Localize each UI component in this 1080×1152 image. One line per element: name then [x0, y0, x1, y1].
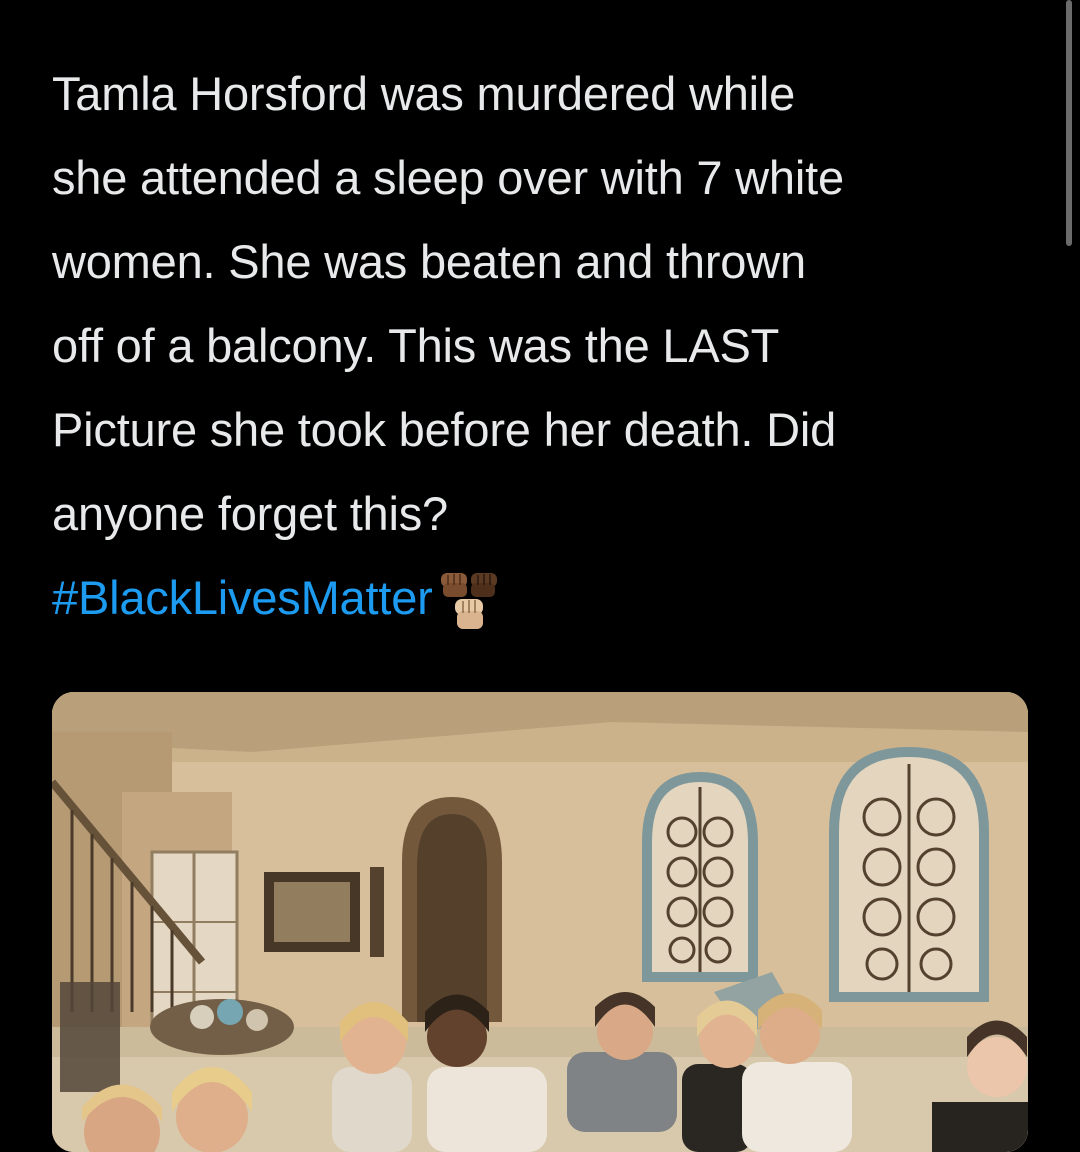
- scrollbar[interactable]: [1066, 0, 1072, 246]
- tweet-line: she attended a sleep over with 7 white: [52, 151, 844, 204]
- photo-scene: [52, 692, 1028, 1152]
- tweet-text: Tamla Horsford was murdered while she at…: [52, 52, 1042, 640]
- fist-right-icon: [470, 573, 497, 597]
- tweet-line: off of a balcony. This was the LAST: [52, 319, 780, 372]
- tweet-photo[interactable]: [52, 692, 1028, 1152]
- raised-fists-emoji-icon: [437, 569, 503, 633]
- tweet-line: anyone forget this?: [52, 487, 448, 540]
- hashtag-line: #BlackLivesMatter: [52, 556, 1042, 640]
- fist-left-icon: [440, 573, 467, 597]
- tweet-line: Tamla Horsford was murdered while: [52, 67, 796, 120]
- tweet-line: Picture she took before her death. Did: [52, 403, 837, 456]
- tweet-line: women. She was beaten and thrown: [52, 235, 806, 288]
- hashtag-link[interactable]: #BlackLivesMatter: [52, 556, 433, 640]
- fist-bottom-icon: [454, 599, 483, 629]
